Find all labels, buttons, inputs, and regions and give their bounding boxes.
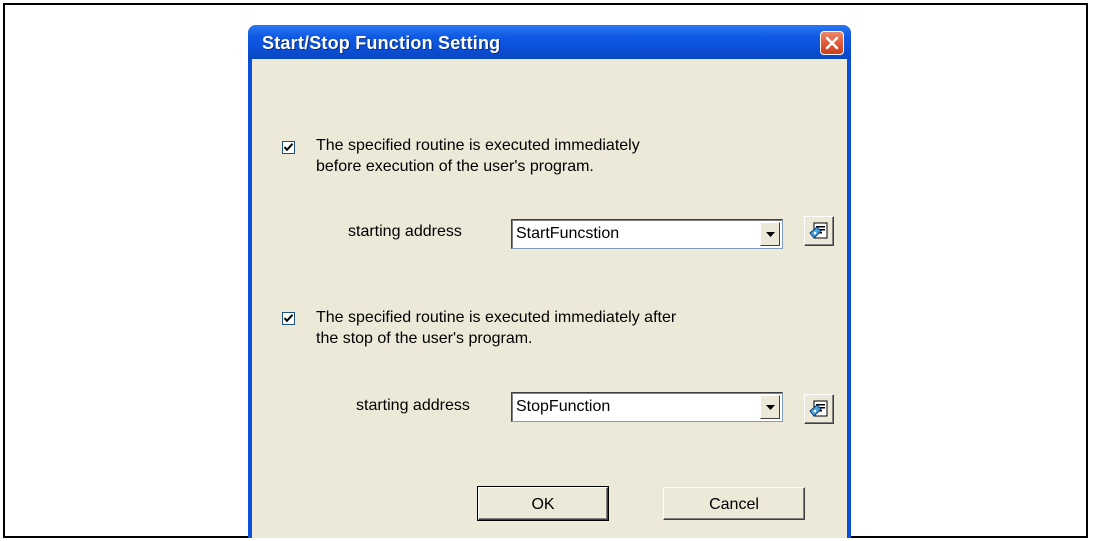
stop-address-dropdown-button[interactable] bbox=[760, 395, 780, 419]
dialog-title: Start/Stop Function Setting bbox=[262, 33, 501, 53]
start-address-value: StartFuncstion bbox=[516, 225, 620, 242]
checkmark-icon bbox=[284, 143, 293, 152]
stop-checkbox[interactable] bbox=[282, 312, 295, 325]
cancel-button[interactable]: Cancel bbox=[663, 487, 805, 520]
close-button[interactable] bbox=[820, 31, 844, 55]
start-address-combobox[interactable]: StartFuncstion bbox=[511, 219, 783, 249]
title-bar[interactable]: Start/Stop Function Setting bbox=[248, 25, 851, 59]
browse-symbol-icon bbox=[809, 400, 828, 417]
ok-button[interactable]: OK bbox=[477, 486, 609, 521]
start-description-line-1: The specified routine is executed immedi… bbox=[316, 137, 640, 154]
dropdown-arrow-icon bbox=[766, 405, 775, 410]
dropdown-arrow-icon bbox=[766, 232, 775, 237]
dialog-body: The specified routine is executed immedi… bbox=[252, 59, 847, 538]
stop-address-label: starting address bbox=[356, 397, 470, 414]
start-address-dropdown-button[interactable] bbox=[760, 222, 780, 246]
stop-address-value: StopFunction bbox=[516, 398, 611, 415]
start-address-label: starting address bbox=[348, 223, 462, 240]
start-description-line-2: before execution of the user's program. bbox=[316, 158, 594, 175]
start-browse-button[interactable] bbox=[804, 216, 834, 246]
browse-symbol-icon bbox=[809, 222, 828, 239]
stop-browse-button[interactable] bbox=[804, 394, 834, 424]
stop-description-line-2: the stop of the user's program. bbox=[316, 330, 533, 347]
close-icon bbox=[825, 36, 839, 50]
stop-description-line-1: The specified routine is executed immedi… bbox=[316, 309, 677, 326]
checkmark-icon bbox=[284, 314, 293, 323]
start-stop-dialog: Start/Stop Function Setting The specifie… bbox=[248, 25, 851, 538]
stop-address-combobox[interactable]: StopFunction bbox=[511, 392, 783, 422]
start-checkbox[interactable] bbox=[282, 141, 295, 154]
